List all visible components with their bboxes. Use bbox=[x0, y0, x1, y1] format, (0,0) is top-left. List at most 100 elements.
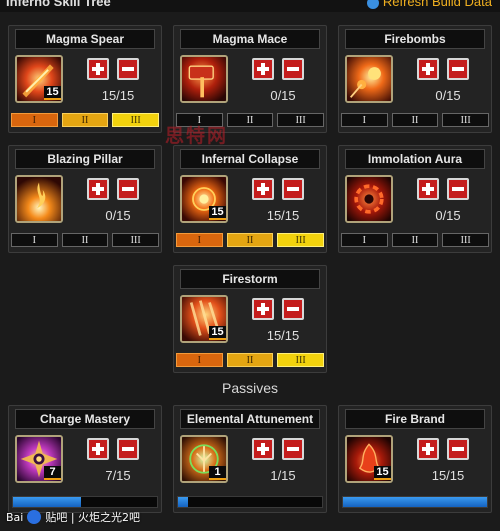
remove-point-button[interactable] bbox=[282, 298, 304, 320]
footer-text: 贴吧 | 火炬之光2吧 bbox=[45, 511, 141, 524]
passive-name: Charge Mastery bbox=[15, 409, 155, 429]
firestorm-icon[interactable]: 15 bbox=[180, 295, 228, 343]
skill-rank: 0/15 bbox=[105, 208, 131, 223]
passive-progress-fill bbox=[178, 497, 189, 507]
remove-point-button[interactable] bbox=[447, 438, 469, 460]
skill-tree-header: Inferno Skill Tree Refresh Build Data bbox=[0, 0, 500, 12]
skill-rank: 15/15 bbox=[101, 88, 135, 103]
tier-3: III bbox=[442, 233, 490, 247]
add-point-button[interactable] bbox=[417, 58, 439, 80]
remove-point-button[interactable] bbox=[447, 178, 469, 200]
passive-rank: 7/15 bbox=[105, 468, 131, 483]
passive-name: Fire Brand bbox=[345, 409, 485, 429]
firebombs-icon[interactable] bbox=[345, 55, 393, 103]
passive-card-fire-brand: Fire Brand 15 15/15 bbox=[338, 405, 492, 513]
skill-card-firebombs: Firebombs 0/15 I II III bbox=[338, 25, 492, 133]
tier-2: II bbox=[61, 113, 109, 127]
refresh-build-data-link[interactable]: Refresh Build Data bbox=[366, 0, 492, 9]
add-point-button[interactable] bbox=[417, 178, 439, 200]
tier-2: II bbox=[61, 233, 109, 247]
skill-name: Firebombs bbox=[345, 29, 485, 49]
skill-rank: 0/15 bbox=[435, 88, 461, 103]
remove-point-button[interactable] bbox=[447, 58, 469, 80]
tier-1: I bbox=[341, 233, 388, 247]
add-point-button[interactable] bbox=[417, 438, 439, 460]
magma-spear-icon[interactable]: 15 bbox=[15, 55, 63, 103]
add-point-button[interactable] bbox=[252, 298, 274, 320]
tier-2: II bbox=[226, 233, 274, 247]
add-point-button[interactable] bbox=[87, 438, 109, 460]
skill-rank: 0/15 bbox=[435, 208, 461, 223]
tier-2: II bbox=[391, 113, 439, 127]
rank-badge: 15 bbox=[374, 466, 391, 480]
skill-name: Immolation Aura bbox=[345, 149, 485, 169]
fire-brand-icon[interactable]: 15 bbox=[345, 435, 393, 483]
tier-2: II bbox=[391, 233, 439, 247]
skill-name: Magma Mace bbox=[180, 29, 320, 49]
immolation-aura-icon[interactable] bbox=[345, 175, 393, 223]
remove-point-button[interactable] bbox=[117, 58, 139, 80]
skill-rank: 15/15 bbox=[266, 328, 300, 343]
skill-name: Blazing Pillar bbox=[15, 149, 155, 169]
rank-badge: 15 bbox=[209, 206, 226, 220]
rank-badge: 7 bbox=[44, 466, 61, 480]
refresh-icon[interactable] bbox=[366, 0, 379, 9]
skill-card-magma-mace: Magma Mace 0/15 I II III bbox=[173, 25, 327, 133]
tier-3: III bbox=[112, 233, 160, 247]
skill-card-magma-spear: Magma Spear 15 15/15 I II III bbox=[8, 25, 162, 133]
skill-tree-title: Inferno Skill Tree bbox=[6, 0, 111, 9]
remove-point-button[interactable] bbox=[117, 438, 139, 460]
tier-3: III bbox=[277, 233, 325, 247]
tier-2: II bbox=[226, 353, 274, 367]
refresh-build-data-label[interactable]: Refresh Build Data bbox=[383, 0, 492, 9]
paw-logo-icon bbox=[27, 510, 42, 524]
passives-heading: Passives bbox=[221, 380, 279, 396]
passive-rank: 15/15 bbox=[431, 468, 465, 483]
passive-progress-fill bbox=[343, 497, 487, 507]
skill-name: Firestorm bbox=[180, 269, 320, 289]
skill-rank: 15/15 bbox=[266, 208, 300, 223]
charge-mastery-icon[interactable]: 7 bbox=[15, 435, 63, 483]
tier-row: I II III bbox=[11, 233, 160, 247]
add-point-button[interactable] bbox=[87, 58, 109, 80]
remove-point-button[interactable] bbox=[117, 178, 139, 200]
tier-row: I II III bbox=[176, 233, 325, 247]
tier-3: III bbox=[112, 113, 160, 127]
add-point-button[interactable] bbox=[252, 58, 274, 80]
remove-point-button[interactable] bbox=[282, 438, 304, 460]
skill-name: Magma Spear bbox=[15, 29, 155, 49]
elemental-attunement-icon[interactable]: 1 bbox=[180, 435, 228, 483]
skill-card-immolation-aura: Immolation Aura 0/15 I II III bbox=[338, 145, 492, 253]
rank-badge: 1 bbox=[209, 466, 226, 480]
passive-card-charge-mastery: Charge Mastery 7 7/15 bbox=[8, 405, 162, 513]
tier-row: I II III bbox=[176, 353, 325, 367]
skill-rank: 0/15 bbox=[270, 88, 296, 103]
tier-3: III bbox=[277, 113, 325, 127]
footer-watermark: Bai 贴吧 | 火炬之光2吧 bbox=[6, 508, 140, 526]
tier-row: I II III bbox=[341, 233, 490, 247]
watermark-text: 思特网 bbox=[165, 125, 229, 147]
blazing-pillar-icon[interactable] bbox=[15, 175, 63, 223]
infernal-collapse-icon[interactable]: 15 bbox=[180, 175, 228, 223]
tier-1: I bbox=[176, 233, 223, 247]
rank-badge: 15 bbox=[209, 326, 226, 340]
tier-1: I bbox=[176, 353, 223, 367]
remove-point-button[interactable] bbox=[282, 178, 304, 200]
passive-progress-bar bbox=[342, 496, 488, 508]
add-point-button[interactable] bbox=[252, 438, 274, 460]
tier-1: I bbox=[341, 113, 388, 127]
rank-badge: 15 bbox=[44, 86, 61, 100]
add-point-button[interactable] bbox=[252, 178, 274, 200]
magma-mace-icon[interactable] bbox=[180, 55, 228, 103]
tier-row: I II III bbox=[11, 113, 160, 127]
remove-point-button[interactable] bbox=[282, 58, 304, 80]
passive-progress-fill bbox=[13, 497, 81, 507]
add-point-button[interactable] bbox=[87, 178, 109, 200]
skill-card-blazing-pillar: Blazing Pillar 0/15 I II III bbox=[8, 145, 162, 253]
passive-card-elemental-attunement: Elemental Attunement 1 1/15 bbox=[173, 405, 327, 513]
skill-card-infernal-collapse: Infernal Collapse 15 15/15 I II III bbox=[173, 145, 327, 253]
tier-3: III bbox=[277, 353, 325, 367]
tier-1: I bbox=[11, 233, 58, 247]
tier-3: III bbox=[442, 113, 490, 127]
passive-rank: 1/15 bbox=[270, 468, 296, 483]
